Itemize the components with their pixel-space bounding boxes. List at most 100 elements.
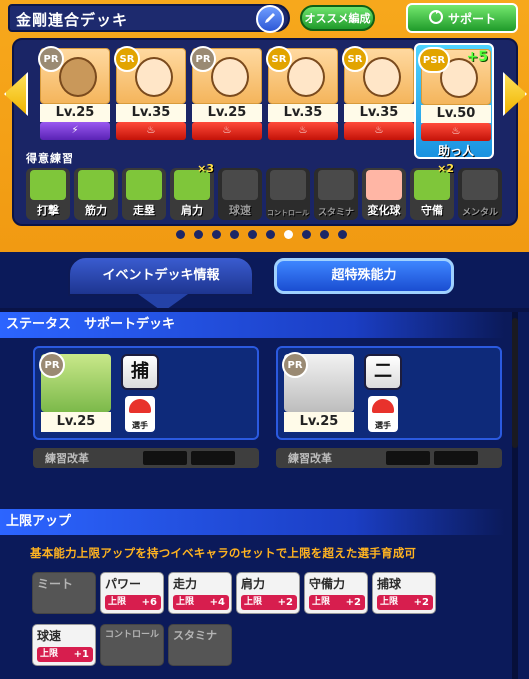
page-dot[interactable]: [338, 230, 347, 239]
ability-name: 球速: [37, 629, 62, 643]
scrollbar-thumb[interactable]: [512, 318, 518, 448]
ability-name: パワー: [105, 577, 142, 591]
ability-badge: 上限 +4: [173, 595, 229, 610]
deck-card[interactable]: PR Lv.25 ⚡: [38, 46, 110, 140]
deck-card[interactable]: PR Lv.25 ♨: [190, 46, 262, 140]
skills-title: 得意練習: [26, 152, 74, 165]
skill-running: 走塁: [122, 168, 166, 220]
deck-card[interactable]: SR Lv.35 ♨: [114, 46, 186, 140]
deck-title: 金剛連合デッキ: [16, 11, 129, 29]
status-header: ステータス サポートデッキ: [0, 312, 505, 338]
edit-deck-button[interactable]: [256, 5, 284, 33]
skill-label: 走塁: [133, 204, 155, 217]
skill-strength: 筋力: [74, 168, 118, 220]
support-card[interactable]: PR Lv.25 二 選手: [276, 346, 502, 440]
position-badge: 捕: [121, 354, 159, 390]
rarity-badge: PR: [282, 352, 308, 378]
page-dot[interactable]: [320, 230, 329, 239]
skill-label: メンタル: [461, 208, 498, 218]
practice-label: 練習改革: [45, 452, 89, 465]
skill-breaking-ball: 変化球: [362, 168, 406, 220]
skill-control: コントロール: [266, 168, 310, 220]
flame-icon: ♨: [421, 123, 491, 141]
rarity-badge: PR: [190, 46, 216, 72]
practice-label: 練習改革: [288, 452, 332, 465]
player-label: 選手: [375, 421, 391, 430]
pencil-icon: [263, 10, 277, 29]
skill-mental: メンタル: [458, 168, 502, 220]
skill-speed: 球速: [218, 168, 262, 220]
flame-icon: ♨: [192, 122, 262, 140]
rarity-badge: PR: [38, 46, 64, 72]
page-dot[interactable]: [176, 230, 185, 239]
ability-name: 走力: [173, 577, 198, 591]
skill-row: 打撃 筋力 走塁 ×3 肩力 球速 コントロール スタミナ 変化球 ×2 守備 …: [26, 162, 504, 220]
tab-super-ability[interactable]: 超特殊能力: [274, 258, 454, 294]
position-badge: 二: [364, 354, 402, 390]
ability-badge: 上限 +2: [377, 595, 433, 610]
support-card[interactable]: PR Lv.25 捕 選手: [33, 346, 259, 440]
ability-meet: ミート: [32, 572, 96, 614]
page-dot[interactable]: [212, 230, 221, 239]
tire-icon: [318, 170, 354, 200]
status-header-label: ステータス サポートデッキ: [6, 317, 176, 332]
base-icon: [126, 170, 162, 200]
practice-slot: [434, 451, 478, 465]
deck-panel: 金剛連合デッキ オススメ編成 サポート PR Lv.25 ⚡ SR Lv.35 …: [0, 0, 529, 252]
skill-arm: ×3 肩力: [170, 162, 214, 220]
helper-label: 助っ人: [437, 144, 474, 158]
support-button[interactable]: サポート: [406, 3, 518, 33]
card-level: Lv.50: [421, 105, 491, 123]
ability-stamina: スタミナ: [168, 624, 232, 666]
ability-badge: 上限 +2: [309, 595, 365, 610]
page-dot[interactable]: [302, 230, 311, 239]
target-icon: [270, 170, 306, 200]
deck-card[interactable]: SR Lv.35 ♨: [266, 46, 338, 140]
practice-slot: [143, 451, 187, 465]
page-dot-active[interactable]: [284, 230, 293, 239]
skill-defense: ×2 守備: [410, 162, 454, 220]
skill-label: スタミナ: [317, 208, 354, 218]
ability-name: 捕球: [377, 577, 402, 591]
page-dot[interactable]: [194, 230, 203, 239]
support-button-label: サポート: [447, 11, 496, 26]
lightning-icon: ⚡: [40, 122, 110, 140]
ability-badge: 上限 +2: [241, 595, 297, 610]
card-level: Lv.25: [40, 104, 110, 122]
tab-event-deck-info[interactable]: イベントデッキ情報: [68, 256, 254, 296]
tab-event-label: イベントデッキ情報: [102, 268, 220, 283]
skill-label: 球速: [229, 204, 251, 217]
deck-card[interactable]: SR Lv.35 ♨: [342, 46, 414, 140]
practice-reform-bar: 練習改革: [276, 448, 502, 468]
swap-icon: [428, 9, 444, 28]
ability-run: 走力 上限 +4: [168, 572, 232, 614]
brain-icon: [462, 170, 498, 200]
page-dot[interactable]: [248, 230, 257, 239]
ability-catch: 捕球 上限 +2: [372, 572, 436, 614]
helper-card[interactable]: PSR +5 Lv.50 ♨ 助っ人: [414, 43, 494, 159]
card-level: Lv.35: [268, 104, 338, 122]
page-dot[interactable]: [230, 230, 239, 239]
page-dot[interactable]: [266, 230, 275, 239]
rarity-badge: PR: [39, 352, 65, 378]
limit-up-header-label: 上限アップ: [6, 514, 72, 529]
recommend-button-label: オススメ編成: [304, 12, 371, 25]
skill-multiplier: ×3: [197, 162, 214, 175]
card-level: Lv.25: [192, 104, 262, 122]
page-dots: [176, 230, 347, 240]
player-icon: 選手: [368, 396, 398, 432]
practice-slot: [191, 451, 235, 465]
card-level: Lv.25: [284, 412, 354, 432]
recommend-button[interactable]: オススメ編成: [300, 5, 375, 31]
practice-slot: [386, 451, 430, 465]
skill-batting: 打撃: [26, 168, 70, 220]
skill-label: 打撃: [37, 204, 59, 217]
flame-icon: ♨: [116, 122, 186, 140]
player-label: 選手: [132, 421, 148, 430]
ability-name: 肩力: [241, 577, 266, 591]
skill-label: 変化球: [367, 204, 401, 217]
card-level: Lv.35: [116, 104, 186, 122]
rarity-badge: SR: [114, 46, 140, 72]
card-level: Lv.35: [344, 104, 414, 122]
ability-name: コントロール: [105, 630, 160, 640]
